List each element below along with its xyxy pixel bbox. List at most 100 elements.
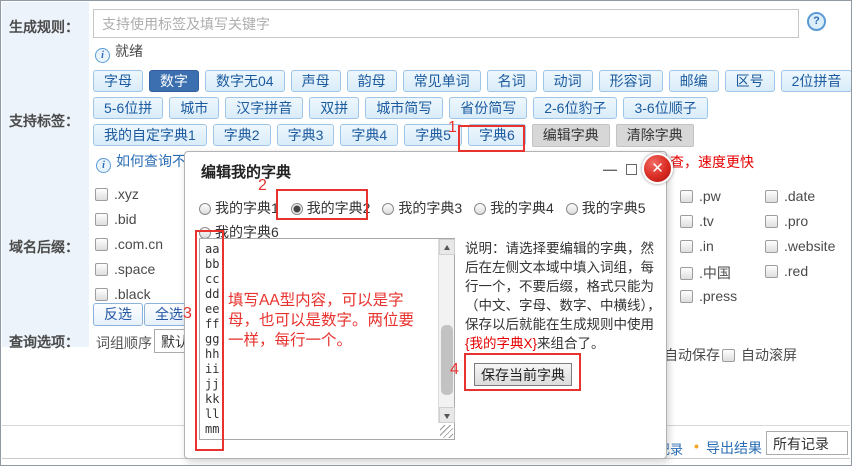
suffix-checkbox-pro[interactable] [765, 215, 778, 228]
annotation-box-2 [276, 189, 368, 220]
invert-selection-button[interactable]: 反选 [93, 303, 143, 326]
domain-suffix-label: 域名后缀： [9, 237, 87, 257]
suffix-item: .tv [680, 213, 714, 229]
tag-36weishunzi[interactable]: 3-6位顺子 [623, 97, 707, 119]
annotation-box-1 [458, 125, 525, 152]
suffix-item: .date [765, 188, 815, 204]
radio-icon [199, 203, 211, 215]
clear-dictionary-button[interactable]: 清除字典 [616, 124, 694, 147]
suffix-checkbox-in[interactable] [680, 240, 693, 253]
suffix-item: .xyz [95, 186, 139, 202]
radio-label: 我的字典5 [582, 200, 646, 216]
suffix-checkbox-zhongguo[interactable] [680, 267, 693, 280]
suffix-checkbox-website[interactable] [765, 240, 778, 253]
tag-dict2[interactable]: 字典2 [213, 124, 271, 146]
suffix-item: .press [680, 288, 737, 304]
annotation-box-3 [195, 230, 224, 451]
radio-icon [566, 203, 578, 215]
annotation-box-4 [464, 353, 581, 391]
radio-label: 我的字典1 [215, 200, 279, 216]
tag-changjiandanci[interactable]: 常见单词 [403, 70, 481, 92]
tag-shuziwu04[interactable]: 数字无04 [205, 70, 285, 92]
tag-row-3: 我的自定字典1 字典2 字典3 字典4 字典5 字典6 编辑字典 清除字典 [93, 124, 694, 147]
export-results-link[interactable]: 导出结果 [706, 438, 762, 458]
suffix-checkbox-press[interactable] [680, 290, 693, 303]
app-window: 生成规则： 支持标签： 域名后缀： 查询选项： ? i就绪 字母 数字 数字无0… [0, 0, 852, 466]
tag-yunmu[interactable]: 韵母 [347, 70, 397, 92]
how-to-query-link[interactable]: i如何查询不 [96, 151, 186, 173]
modal-title: 编辑我的字典 [201, 161, 291, 182]
suffix-checkbox-comcn[interactable] [95, 238, 108, 251]
scroll-down-icon[interactable] [439, 407, 455, 423]
tag-26weibaozi[interactable]: 2-6位豹子 [533, 97, 617, 119]
radio-mydict1[interactable]: 我的字典1 [199, 200, 279, 216]
suffix-item: .中国 [680, 263, 731, 283]
suffix-item: .space [95, 261, 155, 277]
auto-save-label: 自动保存 [664, 347, 720, 363]
suffix-label: .date [784, 188, 815, 204]
tag-chengshi[interactable]: 城市 [169, 97, 219, 119]
suffix-checkbox-red[interactable] [765, 265, 778, 278]
suffix-label: .bid [114, 211, 137, 227]
minimize-icon[interactable]: — [603, 162, 617, 176]
help-icon[interactable]: ? [807, 12, 826, 31]
scroll-up-icon[interactable] [439, 239, 455, 255]
annotation-step-2: 2 [258, 177, 267, 195]
annotation-step-4: 4 [450, 361, 459, 379]
suffix-checkbox-space[interactable] [95, 263, 108, 276]
radio-mydict3[interactable]: 我的字典3 [382, 200, 462, 216]
tag-56weipin[interactable]: 5-6位拼 [93, 97, 163, 119]
auto-scroll-label: 自动滚屏 [741, 347, 797, 363]
radio-label: 我的字典3 [398, 200, 462, 216]
tag-shengfenjianxie[interactable]: 省份简写 [449, 97, 527, 119]
tag-dict3[interactable]: 字典3 [277, 124, 335, 146]
annotation-step-3: 3 [183, 305, 192, 323]
tag-shuangpin[interactable]: 双拼 [309, 97, 359, 119]
annotation-note: 填写AA型内容，可以是字母，也可以是数字。两位要一样，每行一个。 [228, 291, 416, 351]
description-suffix: 来组合了。 [537, 336, 605, 351]
suffix-checkbox-date[interactable] [765, 190, 778, 203]
speed-note-text: 查，速度更快 [670, 152, 754, 172]
tag-xingrongci[interactable]: 形容词 [599, 70, 663, 92]
tag-shengmu[interactable]: 声母 [291, 70, 341, 92]
bullet-icon: • [694, 438, 699, 454]
radio-mydict5[interactable]: 我的字典5 [566, 200, 646, 216]
rule-input[interactable] [93, 9, 799, 38]
tag-mydict1[interactable]: 我的自定字典1 [93, 124, 207, 146]
tag-chengshijianxie[interactable]: 城市简写 [365, 97, 443, 119]
suffix-item: .pw [680, 188, 721, 204]
dictionary-radio-group: 我的字典1 我的字典2 我的字典3 我的字典4 我的字典5 我的字典6 [199, 196, 663, 244]
tag-row-1: 字母 数字 数字无04 声母 韵母 常见单词 名词 动词 形容词 邮编 区号 2… [93, 70, 852, 92]
suffix-checkbox-bid[interactable] [95, 213, 108, 226]
resize-grip-icon[interactable] [440, 425, 453, 438]
tag-hanzipinyin[interactable]: 汉字拼音 [225, 97, 303, 119]
tag-dongci[interactable]: 动词 [543, 70, 593, 92]
suffix-checkbox-pw[interactable] [680, 190, 693, 203]
tag-quhao[interactable]: 区号 [725, 70, 775, 92]
records-scope-select[interactable]: 所有记录 [766, 431, 848, 455]
suffix-item: .com.cn [95, 236, 163, 252]
edit-dictionary-button[interactable]: 编辑字典 [532, 124, 610, 147]
radio-mydict4[interactable]: 我的字典4 [474, 200, 554, 216]
suffix-label: .black [114, 286, 151, 302]
tag-shuzi-active[interactable]: 数字 [149, 70, 199, 92]
suffix-checkbox-black[interactable] [95, 288, 108, 301]
suffix-checkbox-tv[interactable] [680, 215, 693, 228]
tag-dict4[interactable]: 字典4 [340, 124, 398, 146]
suffix-item: .in [680, 238, 714, 254]
scrollbar[interactable] [438, 239, 454, 423]
suffix-label: .com.cn [114, 236, 163, 252]
tag-mingci[interactable]: 名词 [487, 70, 537, 92]
tag-zimu[interactable]: 字母 [93, 70, 143, 92]
tag-youbian[interactable]: 邮编 [669, 70, 719, 92]
auto-scroll-checkbox[interactable] [722, 349, 735, 362]
suffix-label: .tv [699, 213, 714, 229]
suffix-label: .website [784, 238, 835, 254]
close-icon[interactable]: ✕ [642, 153, 673, 184]
suffix-label: .press [699, 288, 737, 304]
suffix-item: .bid [95, 211, 137, 227]
scrollbar-thumb[interactable] [441, 325, 453, 395]
tag-2weipinyin[interactable]: 2位拼音 [781, 70, 852, 92]
suffix-checkbox-xyz[interactable] [95, 188, 108, 201]
maximize-icon[interactable] [626, 164, 637, 175]
